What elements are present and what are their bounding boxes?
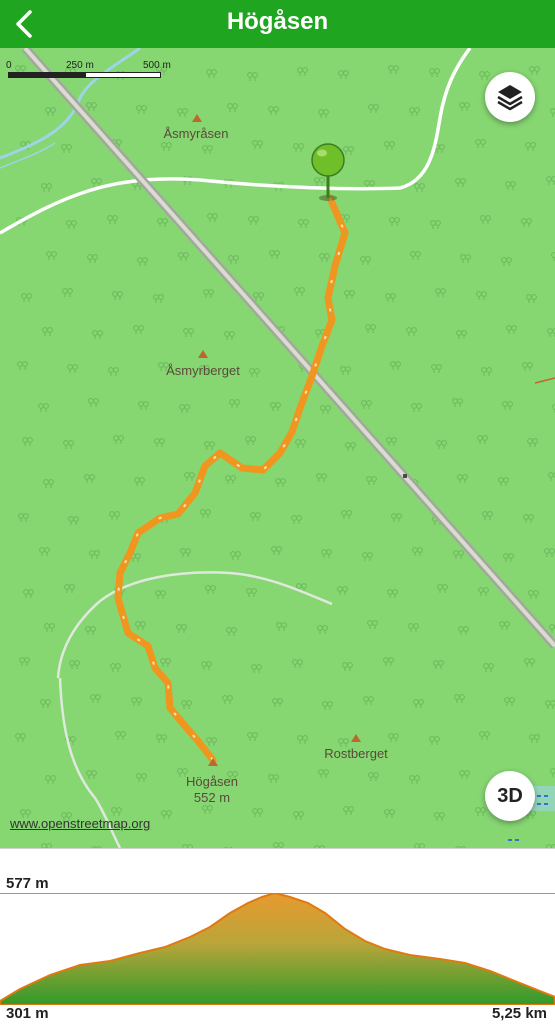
page-title: Högåsen bbox=[0, 0, 555, 48]
elevation-profile: 577 m 301 m 5,25 km bbox=[0, 848, 555, 1025]
peak-marker bbox=[208, 758, 218, 766]
place-label: Åsmyråsen bbox=[150, 126, 242, 141]
place-label: Rostberget bbox=[308, 746, 404, 761]
peak-marker bbox=[192, 114, 202, 122]
layers-button[interactable] bbox=[485, 72, 535, 122]
peak-marker bbox=[351, 734, 361, 742]
map-base bbox=[0, 48, 555, 848]
layers-icon bbox=[485, 72, 535, 122]
scale-label-end: 500 m bbox=[143, 60, 171, 71]
elevation-chart bbox=[0, 893, 555, 1005]
peak-marker bbox=[198, 350, 208, 358]
place-label: Högåsen bbox=[170, 774, 254, 789]
power-pole bbox=[403, 474, 407, 478]
app-header: Högåsen bbox=[0, 0, 555, 48]
place-label: Åsmyrberget bbox=[150, 363, 256, 378]
scale-label-start: 0 bbox=[6, 60, 12, 71]
3d-button-label: 3D bbox=[485, 771, 535, 821]
scale-bar-segment bbox=[8, 72, 85, 78]
3d-view-button[interactable]: 3D bbox=[485, 771, 535, 821]
elevation-area bbox=[0, 893, 555, 1005]
map-pin-icon[interactable] bbox=[308, 140, 348, 202]
scale-bar-segment bbox=[85, 72, 161, 78]
min-elevation-label: 301 m bbox=[6, 1005, 49, 1022]
collapse-profile-button[interactable] bbox=[262, 857, 292, 877]
scale-label-mid: 250 m bbox=[66, 60, 94, 71]
map-attribution-link[interactable]: www.openstreetmap.org bbox=[10, 816, 150, 831]
place-elevation: 552 m bbox=[170, 790, 254, 805]
map-scale: 0 250 m 500 m bbox=[6, 60, 176, 88]
total-distance-label: 5,25 km bbox=[492, 1005, 547, 1022]
map-view[interactable]: 0 250 m 500 m Åsmyråsen Åsmyrberget Rost… bbox=[0, 48, 555, 848]
max-elevation-label: 577 m bbox=[6, 875, 49, 892]
